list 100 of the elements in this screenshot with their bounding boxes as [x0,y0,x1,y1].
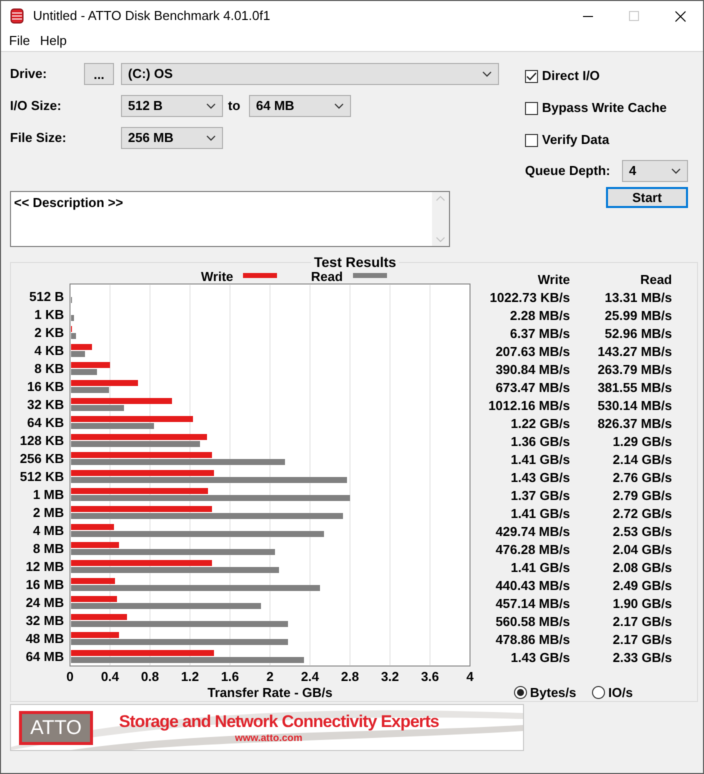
logo: ATTO [19,711,93,745]
table-cell-text: 2.28 MB/s [509,307,570,326]
checkbox[interactable] [525,70,538,82]
table-cell-text: 2.33 GB/s [612,649,672,668]
tagline: Storage and Network Connectivity Experts [119,711,439,733]
table-cell-text: 1.29 GB/s [612,433,672,452]
category-label: 512 B [29,289,64,304]
table-cell-text: 2.17 GB/s [612,613,672,632]
column-header: Write [536,271,570,290]
table-cell-text: 1.22 GB/s [510,415,570,434]
browse-button[interactable]: ... [84,63,114,85]
table-cell-text: 1.90 GB/s [612,595,672,614]
category-label: 4 MB [32,523,64,538]
category-label: 2 MB [32,505,64,520]
table-cell-text: 2.49 GB/s [612,577,672,596]
write-bar [71,380,138,386]
category-label: 24 MB [26,595,64,610]
table-cell-text: 2.14 GB/s [612,451,672,470]
read-bar [71,333,76,339]
checkbox-label[interactable]: Direct I/O [542,66,600,86]
table-cell-text: 263.79 MB/s [596,361,672,380]
axis-title: Transfer Rate - GB/s [208,685,332,700]
caret-icon [206,103,216,109]
close-icon [674,10,686,22]
radio-button[interactable] [514,686,527,700]
banner[interactable]: ATTO Storage and Network Connectivity Experts www.atto.com [10,704,524,751]
write-bar [71,614,127,620]
table-cell-text: 530.14 MB/s [596,397,672,416]
tick-label: 0 [66,669,74,684]
checkbox[interactable] [525,102,538,114]
drive-dropdown[interactable]: (C:) OS [121,63,499,85]
table-cell-text: 2.17 GB/s [612,631,672,650]
checkbox-label[interactable]: Bypass Write Cache [542,98,667,118]
read-bar [71,369,97,375]
category-label: 48 MB [26,631,64,646]
category-label: 128 KB [20,433,64,448]
legend-label: Write [201,269,234,284]
table-cell-text: 143.27 MB/s [596,343,672,362]
caret-icon [334,103,344,109]
caret-icon [671,168,681,174]
description-field[interactable]: << Description >> [10,191,450,247]
read-bar [71,351,85,357]
write-bar [71,632,119,638]
table-cell-text: 2.08 GB/s [612,559,672,578]
write-bar [71,578,115,584]
table-cell-text: 476.28 MB/s [494,541,570,560]
radio-button[interactable] [592,686,606,700]
read-bar [71,405,124,411]
scrollbar[interactable] [432,192,449,246]
queue-depth-dropdown[interactable]: 4 [622,160,688,182]
checkbox-label[interactable]: Verify Data [542,130,610,150]
table-cell-text: 6.37 MB/s [509,325,570,344]
start-button[interactable]: Start [606,187,688,208]
table-cell-text: 1012.16 MB/s [487,397,570,416]
tick-label: 3.2 [380,669,400,684]
caret-icon [206,135,216,141]
table-cell-text: 2.79 GB/s [612,487,672,506]
table-cell-text: 560.58 MB/s [494,613,570,632]
category-label: 8 KB [34,361,64,376]
table-cell-text: 2.04 GB/s [612,541,672,560]
table-cell-text: 1022.73 KB/s [488,289,570,308]
write-bar [71,542,119,548]
table-cell-text: 440.43 MB/s [494,577,570,596]
io-size-from-dropdown[interactable]: 512 B [121,95,223,117]
caret-icon [482,71,492,77]
checkbox[interactable] [525,134,538,146]
table-cell-text: 478.86 MB/s [494,631,570,650]
write-bar [71,344,92,350]
table-cell-text: 2.76 GB/s [612,469,672,488]
table-cell-text: 1.41 GB/s [510,505,570,524]
menu-item[interactable]: Help [38,31,75,51]
table-cell-text: 1.41 GB/s [510,559,570,578]
category-label: 64 KB [27,415,64,430]
table-cell-text: 457.14 MB/s [494,595,570,614]
table-cell-text: 2.72 GB/s [612,505,672,524]
tick-label: 4 [466,669,474,684]
column-header: Read [639,271,672,290]
table-cell-text: 13.31 MB/s [604,289,672,308]
tick-label: 1.6 [220,669,240,684]
table-cell-text: 1.43 GB/s [510,649,570,668]
field-label: I/O Size: [10,97,62,116]
write-bar [71,524,114,530]
table-cell-text: 207.63 MB/s [494,343,570,362]
radio-label[interactable]: IO/s [608,683,633,702]
tick-label: 0.8 [140,669,160,684]
tick-label: 3.6 [420,669,440,684]
app-icon [10,8,24,24]
radio-label[interactable]: Bytes/s [530,683,576,702]
write-bar [71,596,117,602]
category-label: 4 KB [34,343,64,358]
table-cell-text: 1.41 GB/s [510,451,570,470]
file-size-dropdown[interactable]: 256 MB [121,127,223,149]
table-cell-text: 1.43 GB/s [510,469,570,488]
category-label: 12 MB [26,559,64,574]
table-cell-text: 826.37 MB/s [596,415,672,434]
category-label: 512 KB [20,469,64,484]
menu-item[interactable]: File [1,31,38,51]
io-size-to-dropdown[interactable]: 64 MB [249,95,351,117]
legend-label: Read [311,269,343,284]
scroll-up-icon [436,196,445,201]
